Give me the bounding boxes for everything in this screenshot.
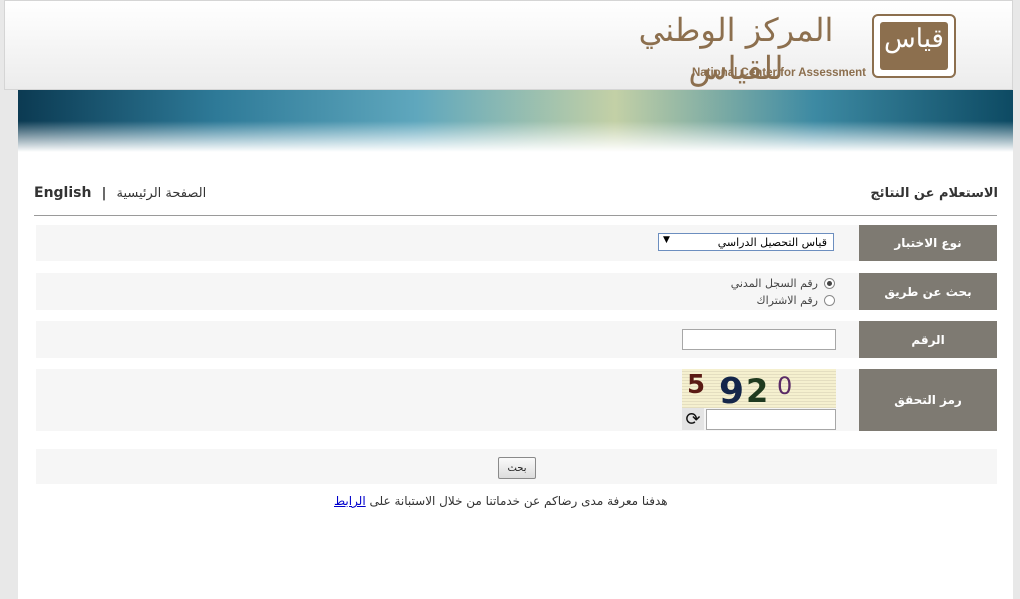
dropdown-arrow-icon: ▼	[663, 235, 670, 245]
number-label: الرقم	[859, 321, 997, 358]
captcha-row: 5 9 2 0 ⟳ رمز التحقق	[36, 369, 997, 431]
english-link[interactable]: English	[34, 185, 91, 201]
logo-mark: قياس	[884, 24, 944, 54]
radio-subscription-label: رقم الاشتراك	[756, 294, 818, 307]
site-header: المركز الوطني للقياس National Center for…	[4, 0, 1013, 90]
home-link[interactable]: الصفحة الرئيسية	[116, 186, 206, 201]
top-links: English | الصفحة الرئيسية	[34, 185, 206, 201]
radio-subscription[interactable]	[824, 295, 835, 306]
captcha-digit: 2	[746, 372, 769, 408]
captcha-digit: 0	[777, 372, 793, 400]
radio-civil-id[interactable]	[824, 278, 835, 289]
survey-note: هدفنا معرفة مدى رضاكم عن خدماتنا من خلال…	[334, 494, 668, 508]
survey-link[interactable]: الرابط	[334, 494, 366, 508]
radio-civil-id-label: رقم السجل المدني	[730, 277, 818, 290]
captcha-input[interactable]	[706, 409, 836, 430]
header-banner	[18, 90, 1013, 152]
captcha-digit: 5	[687, 370, 706, 400]
number-input[interactable]	[682, 329, 836, 350]
logo-icon: قياس	[872, 14, 956, 78]
logo-english-text: National Center for Assessment	[691, 67, 866, 79]
link-separator: |	[101, 186, 107, 201]
button-row: بحث	[36, 449, 997, 484]
search-by-row: رقم السجل المدني رقم الاشتراك بحث عن طري…	[36, 273, 997, 310]
exam-type-row: قياس التحصيل الدراسي ▼ نوع الاختبار	[36, 225, 997, 261]
main-content: الاستعلام عن النتائج English | الصفحة ال…	[18, 152, 1013, 599]
search-by-label: بحث عن طريق	[859, 273, 997, 310]
radio-option-subscription[interactable]: رقم الاشتراك	[757, 294, 835, 307]
exam-type-select[interactable]: قياس التحصيل الدراسي ▼	[658, 233, 834, 251]
captcha-image: 5 9 2 0	[682, 369, 836, 408]
page-title: الاستعلام عن النتائج	[870, 186, 998, 201]
exam-type-label: نوع الاختبار	[859, 225, 997, 261]
search-button[interactable]: بحث	[498, 457, 536, 479]
survey-text: هدفنا معرفة مدى رضاكم عن خدماتنا من خلال…	[369, 494, 668, 508]
exam-type-selected: قياس التحصيل الدراسي	[717, 235, 827, 249]
captcha-digit: 9	[719, 371, 745, 408]
refresh-captcha-icon[interactable]: ⟳	[682, 408, 704, 430]
captcha-label: رمز التحقق	[859, 369, 997, 431]
radio-option-civil-id[interactable]: رقم السجل المدني	[731, 277, 835, 290]
divider	[34, 215, 997, 216]
number-row: الرقم	[36, 321, 997, 358]
